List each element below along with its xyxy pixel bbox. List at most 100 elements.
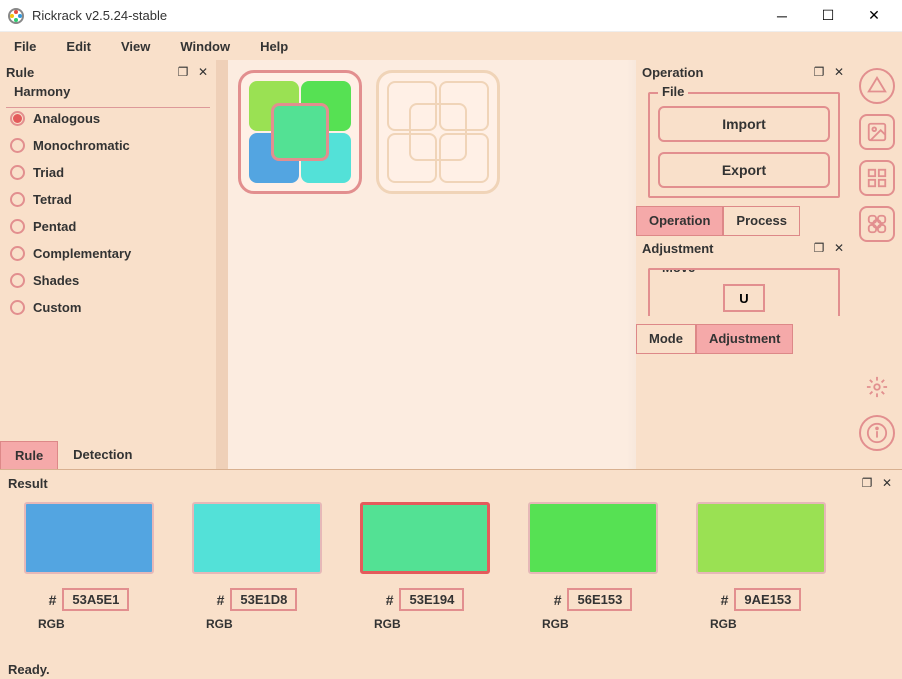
info-icon[interactable] — [859, 415, 895, 451]
operation-tabs: Operation Process — [636, 206, 852, 236]
radio-label: Shades — [33, 273, 79, 288]
color-swatch[interactable] — [528, 502, 658, 574]
app-title: Rickrack v2.5.24-stable — [32, 8, 768, 23]
settings-icon[interactable] — [859, 369, 895, 405]
radio-circle-icon — [10, 165, 25, 180]
tab-mode[interactable]: Mode — [636, 324, 696, 354]
radio-circle-icon — [10, 273, 25, 288]
radio-circle-icon — [10, 138, 25, 153]
undock-icon[interactable]: ❐ — [176, 65, 190, 79]
grid-icon[interactable] — [859, 160, 895, 196]
canvas-area[interactable] — [228, 60, 636, 469]
result-title: Result — [8, 476, 431, 491]
board-icon[interactable] — [859, 206, 895, 242]
palette-sq-center — [271, 103, 329, 161]
radio-monochromatic[interactable]: Monochromatic — [10, 138, 206, 153]
rgb-label: RGB — [182, 617, 233, 631]
file-group: File Import Export — [648, 92, 840, 198]
wheel-icon[interactable] — [859, 68, 895, 104]
close-panel-icon[interactable]: ✕ — [832, 65, 846, 79]
color-swatch[interactable] — [24, 502, 154, 574]
adjustment-panel-title: Adjustment — [642, 241, 806, 256]
hex-row: #53E1D8 — [217, 588, 298, 611]
hash-label: # — [217, 592, 225, 608]
tab-rule[interactable]: Rule — [0, 441, 58, 469]
palette-active[interactable] — [238, 70, 362, 194]
rule-tabs: Rule Detection — [0, 439, 216, 469]
hash-label: # — [721, 592, 729, 608]
titlebar: Rickrack v2.5.24-stable ─ ☐ ✕ — [0, 0, 902, 32]
swatch-col: #56E153RGB — [518, 502, 668, 631]
radio-custom[interactable]: Custom — [10, 300, 206, 315]
rgb-label: RGB — [350, 617, 401, 631]
radio-tetrad[interactable]: Tetrad — [10, 192, 206, 207]
hex-input[interactable]: 9AE153 — [734, 588, 801, 611]
swatch-col: #53E194RGB — [350, 502, 500, 631]
export-button[interactable]: Export — [658, 152, 830, 188]
radio-shades[interactable]: Shades — [10, 273, 206, 288]
move-up-button[interactable]: U — [723, 284, 765, 312]
rgb-label: RGB — [14, 617, 65, 631]
operation-panel-title: Operation — [642, 65, 806, 80]
radio-circle-icon — [10, 246, 25, 261]
radio-circle-icon — [10, 192, 25, 207]
radio-triad[interactable]: Triad — [10, 165, 206, 180]
move-group: Move U — [648, 268, 840, 316]
radio-circle-icon — [10, 111, 25, 126]
statusbar: Ready. — [0, 659, 902, 679]
radio-complementary[interactable]: Complementary — [10, 246, 206, 261]
hex-row: #9AE153 — [721, 588, 802, 611]
menu-view[interactable]: View — [115, 37, 156, 56]
icon-sidebar — [852, 60, 902, 469]
maximize-button[interactable]: ☐ — [814, 4, 842, 28]
right-panel: Operation ❐ ✕ File Import Export Operati… — [636, 60, 852, 469]
radio-label: Custom — [33, 300, 81, 315]
menu-help[interactable]: Help — [254, 37, 294, 56]
app-icon — [8, 8, 24, 24]
menubar: File Edit View Window Help — [0, 32, 902, 60]
hash-label: # — [554, 592, 562, 608]
harmony-group: Harmony AnalogousMonochromaticTriadTetra… — [6, 84, 210, 439]
color-swatch[interactable] — [360, 502, 490, 574]
color-swatch[interactable] — [192, 502, 322, 574]
close-button[interactable]: ✕ — [860, 4, 888, 28]
close-panel-icon[interactable]: ✕ — [880, 476, 894, 490]
hex-input[interactable]: 53A5E1 — [62, 588, 129, 611]
menu-window[interactable]: Window — [174, 37, 236, 56]
move-legend: Move — [658, 268, 699, 275]
tab-detection[interactable]: Detection — [58, 440, 147, 469]
result-panel: Result ❐ ✕ #53A5E1 RGB #53E1D8 RGB #53E194 RG… — [0, 469, 902, 659]
hex-input[interactable]: 56E153 — [567, 588, 632, 611]
undock-icon[interactable]: ❐ — [860, 476, 874, 490]
close-panel-icon[interactable]: ✕ — [196, 65, 210, 79]
left-scrollbar[interactable] — [216, 60, 228, 469]
tab-process[interactable]: Process — [723, 206, 800, 236]
image-icon[interactable] — [859, 114, 895, 150]
rgb-label: RGB — [686, 617, 737, 631]
radio-label: Complementary — [33, 246, 131, 261]
minimize-button[interactable]: ─ — [768, 4, 796, 28]
close-panel-icon[interactable]: ✕ — [832, 241, 846, 255]
radio-circle-icon — [10, 219, 25, 234]
undock-icon[interactable]: ❐ — [812, 65, 826, 79]
status-text: Ready. — [8, 662, 50, 677]
hex-input[interactable]: 53E1D8 — [230, 588, 297, 611]
radio-label: Triad — [33, 165, 64, 180]
tab-adjustment[interactable]: Adjustment — [696, 324, 794, 354]
undock-icon[interactable]: ❐ — [812, 241, 826, 255]
import-button[interactable]: Import — [658, 106, 830, 142]
radio-label: Pentad — [33, 219, 76, 234]
menu-edit[interactable]: Edit — [60, 37, 97, 56]
radio-pentad[interactable]: Pentad — [10, 219, 206, 234]
hash-label: # — [49, 592, 57, 608]
tab-operation[interactable]: Operation — [636, 206, 723, 236]
color-swatch[interactable] — [696, 502, 826, 574]
menu-file[interactable]: File — [8, 37, 42, 56]
rule-panel-title: Rule — [6, 65, 170, 80]
radio-label: Tetrad — [33, 192, 72, 207]
swatch-col: #9AE153 RGB — [686, 502, 836, 631]
palette-ghost[interactable] — [376, 70, 500, 194]
swatch-col: #53E1D8 RGB — [182, 502, 332, 631]
radio-analogous[interactable]: Analogous — [10, 111, 206, 126]
hex-input[interactable]: 53E194 — [399, 588, 464, 611]
